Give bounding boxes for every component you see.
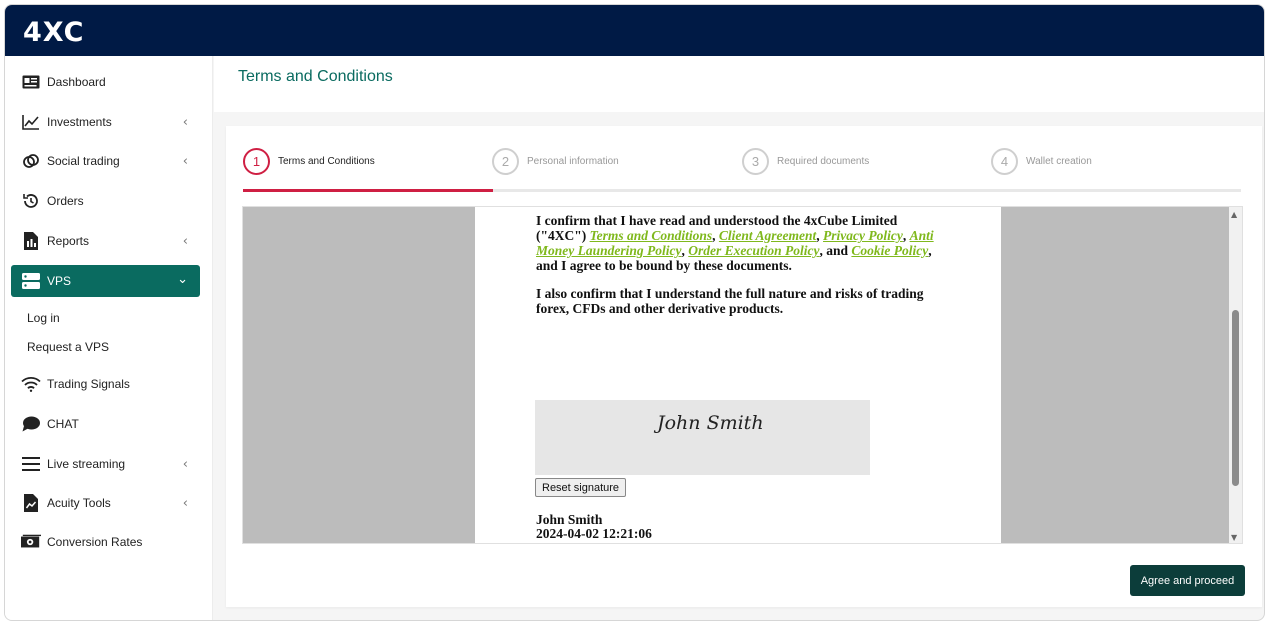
sidebar-item-chat[interactable]: CHAT — [11, 408, 200, 440]
sidebar-item-vps[interactable]: VPS ⌄ — [11, 265, 200, 297]
sidebar-item-orders[interactable]: Orders — [11, 185, 200, 217]
sidebar-item-label: Orders — [47, 194, 84, 208]
signer-info: John Smith 2024-04-02 12:21:06 — [536, 513, 652, 541]
money-icon — [21, 532, 41, 552]
link-icon — [21, 151, 41, 171]
app-window: 4XC Dashboard Investments ‹ Social tradi… — [4, 4, 1265, 621]
cookie-policy-link[interactable]: Cookie Policy — [851, 243, 928, 258]
sidebar-item-reports[interactable]: Reports ‹ — [11, 225, 200, 257]
step-number: 1 — [243, 148, 270, 175]
document-page: I confirm that I have read and understoo… — [475, 207, 1001, 543]
scroll-up-icon[interactable]: ▲ — [1231, 210, 1237, 219]
step-personal-information[interactable]: 2 Personal information — [492, 148, 619, 175]
signature-pad[interactable]: John Smith — [535, 400, 870, 475]
confirmation-paragraph: I confirm that I have read and understoo… — [536, 213, 936, 273]
menu-icon — [21, 454, 41, 474]
step-label: Personal information — [527, 156, 619, 167]
sidebar-item-acuity-tools[interactable]: Acuity Tools ‹ — [11, 487, 200, 519]
file-chart-icon — [21, 493, 41, 513]
sidebar-item-investments[interactable]: Investments ‹ — [11, 106, 200, 138]
order-execution-policy-link[interactable]: Order Execution Policy — [688, 243, 819, 258]
sidebar-item-label: Dashboard — [47, 75, 106, 89]
sidebar-item-trading-signals[interactable]: Trading Signals — [11, 368, 200, 400]
step-number: 2 — [492, 148, 519, 175]
step-number: 3 — [742, 148, 769, 175]
sidebar: Dashboard Investments ‹ Social trading ‹… — [5, 56, 213, 620]
sidebar-item-label: Reports — [47, 234, 90, 248]
onboarding-card: 1 Terms and Conditions 2 Personal inform… — [226, 126, 1262, 607]
reset-signature-button[interactable]: Reset signature — [535, 478, 627, 497]
signer-name: John Smith — [536, 512, 603, 527]
terms-link[interactable]: Terms and Conditions — [590, 228, 713, 243]
scroll-down-icon[interactable]: ▼ — [1231, 533, 1237, 542]
signed-timestamp: 2024-04-02 12:21:06 — [536, 526, 652, 541]
sidebar-item-label: Conversion Rates — [47, 535, 143, 549]
step-label: Wallet creation — [1026, 156, 1092, 167]
sidebar-item-label: Investments — [47, 115, 112, 129]
sidebar-subitem-request-vps[interactable]: Request a VPS — [27, 340, 109, 354]
sidebar-item-label: VPS — [47, 274, 72, 288]
report-icon — [21, 231, 41, 251]
risk-paragraph: I also confirm that I understand the ful… — [536, 286, 924, 316]
top-bar: 4XC — [5, 5, 1264, 56]
sidebar-item-label: Trading Signals — [47, 377, 130, 391]
page-header: Terms and Conditions — [214, 56, 1264, 112]
step-label: Required documents — [777, 156, 870, 167]
document-viewer[interactable]: I confirm that I have read and understoo… — [242, 206, 1243, 544]
wifi-icon — [21, 374, 41, 394]
separator: , and — [819, 243, 852, 258]
page-title: Terms and Conditions — [238, 68, 393, 85]
chat-icon — [21, 414, 41, 434]
sidebar-subitem-log-in[interactable]: Log in — [27, 311, 60, 325]
sidebar-item-social-trading[interactable]: Social trading ‹ — [11, 145, 200, 177]
separator: , — [902, 228, 910, 243]
sidebar-item-live-streaming[interactable]: Live streaming ‹ — [11, 448, 200, 480]
history-icon — [21, 191, 41, 211]
chevron-down-icon: ⌄ — [177, 272, 188, 287]
signature: John Smith — [657, 412, 764, 434]
sidebar-item-label: Acuity Tools — [47, 496, 111, 510]
chart-line-icon — [21, 112, 41, 132]
separator: , — [712, 228, 719, 243]
sidebar-item-conversion-rates[interactable]: Conversion Rates — [11, 526, 200, 558]
agree-and-proceed-button[interactable]: Agree and proceed — [1130, 565, 1245, 596]
chevron-left-icon: ‹ — [182, 154, 188, 169]
sidebar-item-dashboard[interactable]: Dashboard — [11, 66, 200, 98]
server-icon — [21, 271, 41, 291]
stepper-progress — [243, 189, 493, 192]
brand-logo[interactable]: 4XC — [23, 17, 84, 48]
sidebar-item-label: CHAT — [47, 417, 79, 431]
privacy-policy-link[interactable]: Privacy Policy — [823, 228, 903, 243]
document-scrollbar[interactable]: ▲ ▼ — [1229, 207, 1242, 543]
step-number: 4 — [991, 148, 1018, 175]
client-agreement-link[interactable]: Client Agreement — [719, 228, 816, 243]
chevron-left-icon: ‹ — [182, 234, 188, 249]
sidebar-item-label: Live streaming — [47, 457, 126, 471]
step-required-documents[interactable]: 3 Required documents — [742, 148, 869, 175]
dashboard-icon — [21, 72, 41, 92]
chevron-left-icon: ‹ — [182, 457, 188, 472]
chevron-left-icon: ‹ — [182, 115, 188, 130]
step-wallet-creation[interactable]: 4 Wallet creation — [991, 148, 1092, 175]
step-label: Terms and Conditions — [278, 156, 375, 167]
chevron-left-icon: ‹ — [182, 496, 188, 511]
step-terms-and-conditions[interactable]: 1 Terms and Conditions — [243, 148, 375, 175]
sidebar-item-label: Social trading — [47, 154, 120, 168]
scroll-thumb[interactable] — [1232, 310, 1239, 486]
